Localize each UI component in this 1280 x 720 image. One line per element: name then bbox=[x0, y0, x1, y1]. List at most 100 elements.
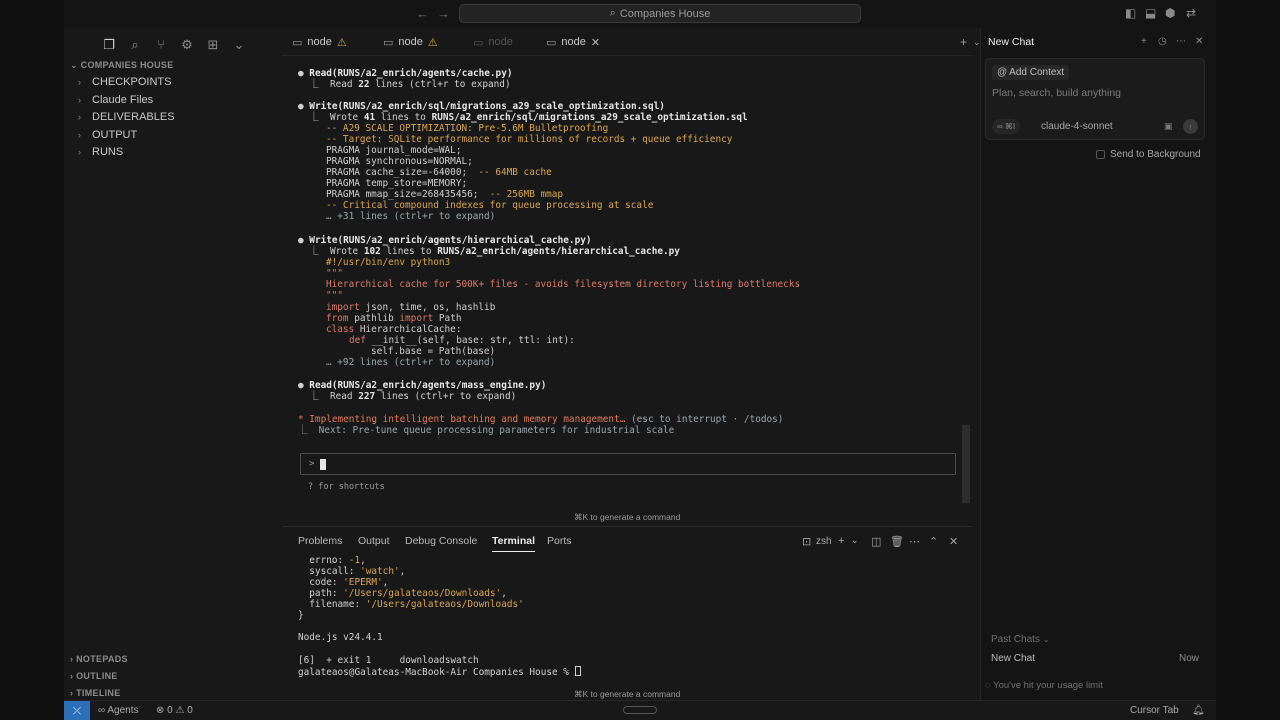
output-line: """ bbox=[326, 290, 343, 301]
panel-tab-debug-console[interactable]: Debug Console bbox=[405, 535, 477, 547]
section-label: TIMELINE bbox=[76, 688, 121, 698]
image-icon[interactable]: ▣ bbox=[1164, 121, 1173, 132]
tree-item-output[interactable]: › OUTPUT bbox=[78, 129, 137, 141]
panel-tab-output[interactable]: Output bbox=[358, 535, 390, 547]
terminal-cursor bbox=[574, 666, 581, 676]
send-to-background-toggle[interactable]: Send to Background bbox=[1096, 149, 1201, 160]
more-icon[interactable]: ⋯ bbox=[909, 535, 920, 548]
past-chat-time: Now bbox=[1179, 653, 1200, 664]
settings-icon[interactable]: ⇄ bbox=[1186, 6, 1196, 20]
generate-command-hint: ⌘K to generate a command bbox=[574, 689, 681, 699]
next-todo-line: ⎿ Next: Pre-tune queue processing parame… bbox=[298, 425, 675, 436]
past-chat-item[interactable]: New Chat bbox=[991, 653, 1035, 664]
section-outline[interactable]: › OUTLINE bbox=[70, 671, 118, 681]
tree-item-runs[interactable]: › RUNS bbox=[78, 146, 123, 158]
remote-icon: ⤫ bbox=[73, 705, 81, 717]
files-icon[interactable]: ❐ bbox=[96, 37, 122, 53]
chevron-right-icon: › bbox=[78, 77, 81, 87]
new-terminal-icon[interactable]: + bbox=[838, 535, 844, 547]
model-selector[interactable]: claude-4-sonnet bbox=[1041, 121, 1113, 132]
tree-item-claude-files[interactable]: › Claude Files bbox=[78, 94, 153, 106]
output-line: PRAGMA mmap_size=268435456; -- 256MB mma… bbox=[326, 189, 564, 200]
tab-node-1[interactable]: ▭ node ⚠ bbox=[292, 28, 347, 56]
close-panel-icon[interactable]: ✕ bbox=[949, 535, 958, 548]
chat-input-placeholder[interactable]: Plan, search, build anything bbox=[992, 87, 1121, 99]
chevron-down-icon[interactable]: ⌄ bbox=[851, 535, 859, 546]
editor-terminal[interactable]: ● Read(RUNS/a2_enrich/agents/cache.py) ⎿… bbox=[282, 57, 972, 525]
panel-tab-ports[interactable]: Ports bbox=[547, 535, 572, 547]
add-context-button[interactable]: @ Add Context bbox=[992, 65, 1070, 80]
terminal-line: syscall: 'watch', bbox=[298, 566, 406, 577]
output-line: Hierarchical cache for 500K+ files - avo… bbox=[326, 279, 801, 290]
agent-mode-selector[interactable]: ∞ ⌘I bbox=[992, 119, 1021, 134]
chevron-down-icon[interactable]: ⌄ bbox=[226, 37, 252, 53]
search-icon[interactable]: ⌕ bbox=[122, 37, 148, 53]
extensions-icon[interactable]: ⚙ bbox=[174, 37, 200, 53]
bell-icon[interactable]: 🔔︎ bbox=[1192, 705, 1205, 716]
new-terminal-icon[interactable]: + bbox=[960, 35, 967, 49]
chat-composer[interactable]: @ Add Context Plan, search, build anythi… bbox=[985, 58, 1205, 140]
output-line: """ bbox=[326, 268, 343, 279]
tab-node-2[interactable]: ▭ node ⚠ bbox=[383, 28, 438, 56]
section-timeline[interactable]: › TIMELINE bbox=[70, 688, 121, 698]
terminal-icon: ▭ bbox=[383, 36, 394, 49]
past-chats-header[interactable]: Past Chats ⌄ bbox=[991, 634, 1049, 645]
sidebar-view-switcher: ❐ ⌕ ⑂ ⚙ ⊞ ⌄ bbox=[64, 28, 282, 56]
problems-status[interactable]: ⊗ 0 ⚠ 0 bbox=[156, 705, 193, 716]
explorer-root[interactable]: ⌄ COMPANIES HOUSE bbox=[70, 60, 174, 71]
sidebar: ❐ ⌕ ⑂ ⚙ ⊞ ⌄ ⌄ COMPANIES HOUSE › CHECKPOI… bbox=[64, 28, 282, 700]
grid-icon[interactable]: ⊞ bbox=[200, 37, 226, 53]
cursor-tab-status[interactable]: Cursor Tab bbox=[1130, 705, 1179, 716]
prompt-symbol: > bbox=[309, 459, 315, 469]
tree-item-deliverables[interactable]: › DELIVERABLES bbox=[78, 111, 175, 123]
status-line: * Implementing intelligent batching and … bbox=[298, 414, 784, 425]
terminal-prompt-line: galateaos@Galateas-MacBook-Air Companies… bbox=[298, 666, 581, 678]
command-center-search[interactable]: ⌕ Companies House bbox=[459, 4, 861, 23]
trash-icon[interactable]: 🗑 bbox=[890, 535, 904, 548]
panel-tab-terminal[interactable]: Terminal bbox=[492, 535, 535, 552]
remote-indicator[interactable]: ⤫ bbox=[64, 701, 90, 720]
desktop-left bbox=[0, 0, 64, 720]
toggle-panel-icon[interactable]: ⬓ bbox=[1145, 6, 1156, 20]
claude-prompt-input[interactable]: > bbox=[300, 453, 956, 475]
shell-name[interactable]: zsh bbox=[816, 536, 832, 547]
tree-item-checkpoints[interactable]: › CHECKPOINTS bbox=[78, 76, 171, 88]
chevron-right-icon: › bbox=[70, 688, 74, 698]
more-icon[interactable]: ⋯ bbox=[1176, 36, 1186, 47]
terminal-line: code: 'EPERM', bbox=[298, 577, 389, 588]
close-icon[interactable]: ✕ bbox=[1195, 36, 1203, 47]
section-notepads[interactable]: › NOTEPADS bbox=[70, 654, 128, 664]
explorer-root-label: COMPANIES HOUSE bbox=[80, 60, 174, 70]
history-icon[interactable]: ◷ bbox=[1158, 36, 1167, 47]
search-label: Companies House bbox=[619, 7, 711, 20]
tab-node-3[interactable]: ▭ node bbox=[473, 28, 513, 56]
agents-status[interactable]: ∞ Agents bbox=[98, 705, 139, 716]
chevron-right-icon: › bbox=[78, 130, 81, 140]
tree-item-label: CHECKPOINTS bbox=[92, 76, 172, 88]
status-bar: ⤫ ∞ Agents ⊗ 0 ⚠ 0 Cursor Tab 🔔︎ bbox=[64, 700, 1216, 720]
new-chat-icon[interactable]: + bbox=[1141, 36, 1147, 47]
send-button[interactable]: ↑ bbox=[1183, 119, 1198, 134]
tab-node-active[interactable]: ▭ node ✕ bbox=[546, 28, 600, 56]
close-icon[interactable]: ✕ bbox=[591, 36, 600, 49]
chevron-right-icon: › bbox=[70, 654, 74, 664]
checkbox-icon bbox=[1096, 150, 1105, 159]
tree-item-label: OUTPUT bbox=[92, 129, 138, 141]
bottom-panel: Problems Output Debug Console Terminal P… bbox=[282, 526, 972, 700]
arrow-left-icon[interactable]: ← bbox=[416, 6, 429, 21]
chat-title: New Chat bbox=[988, 36, 1035, 48]
shortcuts-hint: ? for shortcuts bbox=[308, 482, 385, 492]
split-terminal-icon[interactable]: ◫ bbox=[871, 535, 881, 548]
panel-resize-handle[interactable] bbox=[623, 706, 657, 714]
source-control-icon[interactable]: ⑂ bbox=[148, 37, 174, 52]
infinity-icon: ∞ bbox=[98, 705, 108, 716]
editor-scrollbar[interactable] bbox=[962, 425, 970, 503]
arrow-right-icon[interactable]: → bbox=[437, 6, 450, 21]
maximize-panel-icon[interactable]: ⌃ bbox=[929, 535, 938, 548]
output-line: def __init__(self, base: str, ttl: int): bbox=[349, 335, 575, 346]
toggle-sidebar-icon[interactable]: ◧ bbox=[1125, 6, 1136, 20]
output-line: self.base = Path(base) bbox=[371, 346, 496, 357]
cursor-logo-icon[interactable]: ⬢ bbox=[1165, 6, 1175, 20]
output-line: PRAGMA temp_store=MEMORY; bbox=[326, 178, 468, 189]
panel-tab-problems[interactable]: Problems bbox=[298, 535, 342, 547]
